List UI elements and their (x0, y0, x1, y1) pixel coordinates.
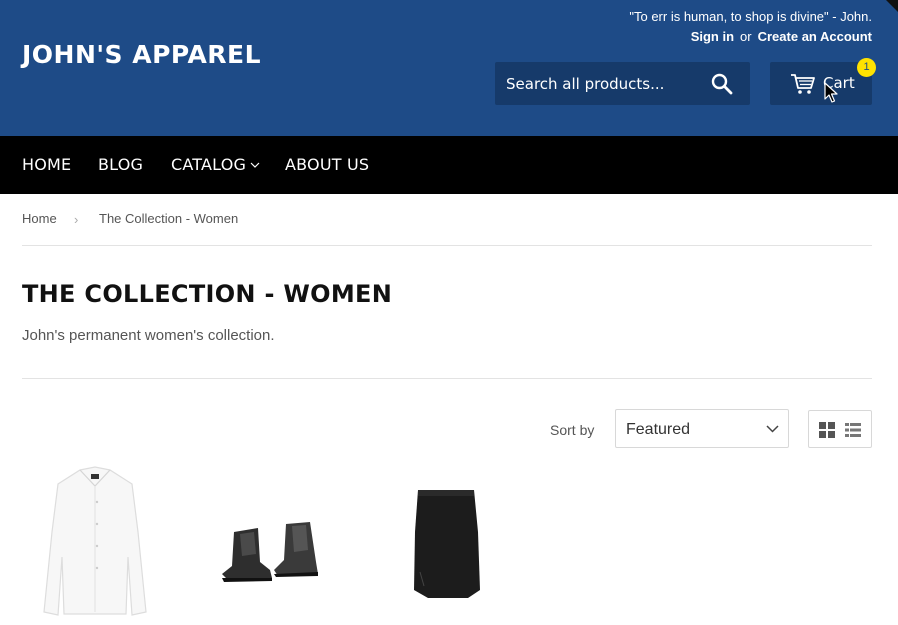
create-account-link[interactable]: Create an Account (758, 29, 872, 44)
chevron-down-icon (766, 425, 779, 433)
page-title: THE COLLECTION - WOMEN (22, 280, 393, 308)
breadcrumb-home[interactable]: Home (22, 211, 57, 226)
grid-view-icon[interactable] (819, 422, 835, 438)
account-links: Sign in or Create an Account (691, 29, 872, 44)
product-card-white-shirt[interactable] (20, 462, 170, 625)
tagline: "To err is human, to shop is divine" - J… (629, 9, 872, 24)
product-card-black-skirt[interactable] (372, 462, 522, 625)
search-icon[interactable] (709, 71, 735, 97)
breadcrumb-current: The Collection - Women (99, 211, 239, 226)
search-input[interactable] (495, 62, 700, 105)
nav-item-home[interactable]: HOME (22, 155, 71, 174)
site-header: JOHN'S APPAREL "To err is human, to shop… (0, 0, 898, 136)
nav-item-catalog-label: CATALOG (171, 155, 247, 174)
collection-description: John's permanent women's collection. (22, 327, 275, 344)
divider (22, 378, 872, 379)
sign-in-link[interactable]: Sign in (691, 29, 734, 44)
nav-item-about-us[interactable]: ABOUT US (285, 155, 369, 174)
site-logo[interactable]: JOHN'S APPAREL (22, 40, 261, 69)
product-card-ankle-boots[interactable] (196, 462, 346, 625)
or-text: or (740, 29, 752, 44)
view-toggle (808, 410, 872, 448)
breadcrumb-separator: › (74, 212, 79, 227)
divider (22, 245, 872, 246)
white-shirt-image (43, 466, 147, 616)
mouse-pointer-icon (824, 82, 838, 103)
breadcrumb: Home › The Collection - Women (22, 211, 238, 227)
main-nav: HOME BLOG CATALOG ABOUT US (0, 136, 898, 194)
chevron-down-icon (250, 162, 260, 168)
list-view-icon[interactable] (845, 422, 861, 438)
nav-item-blog[interactable]: BLOG (98, 155, 143, 174)
sort-label: Sort by (550, 422, 595, 438)
black-skirt-image (414, 490, 480, 598)
nav-item-catalog[interactable]: CATALOG (171, 155, 260, 174)
search-form (495, 62, 750, 105)
sort-selected-value: Featured (626, 421, 691, 438)
sort-select[interactable]: Featured (615, 409, 789, 448)
ankle-boots-image (222, 522, 318, 582)
cart-icon (791, 74, 815, 94)
cart-count-badge: 1 (857, 58, 876, 77)
corner-mark (886, 0, 898, 12)
